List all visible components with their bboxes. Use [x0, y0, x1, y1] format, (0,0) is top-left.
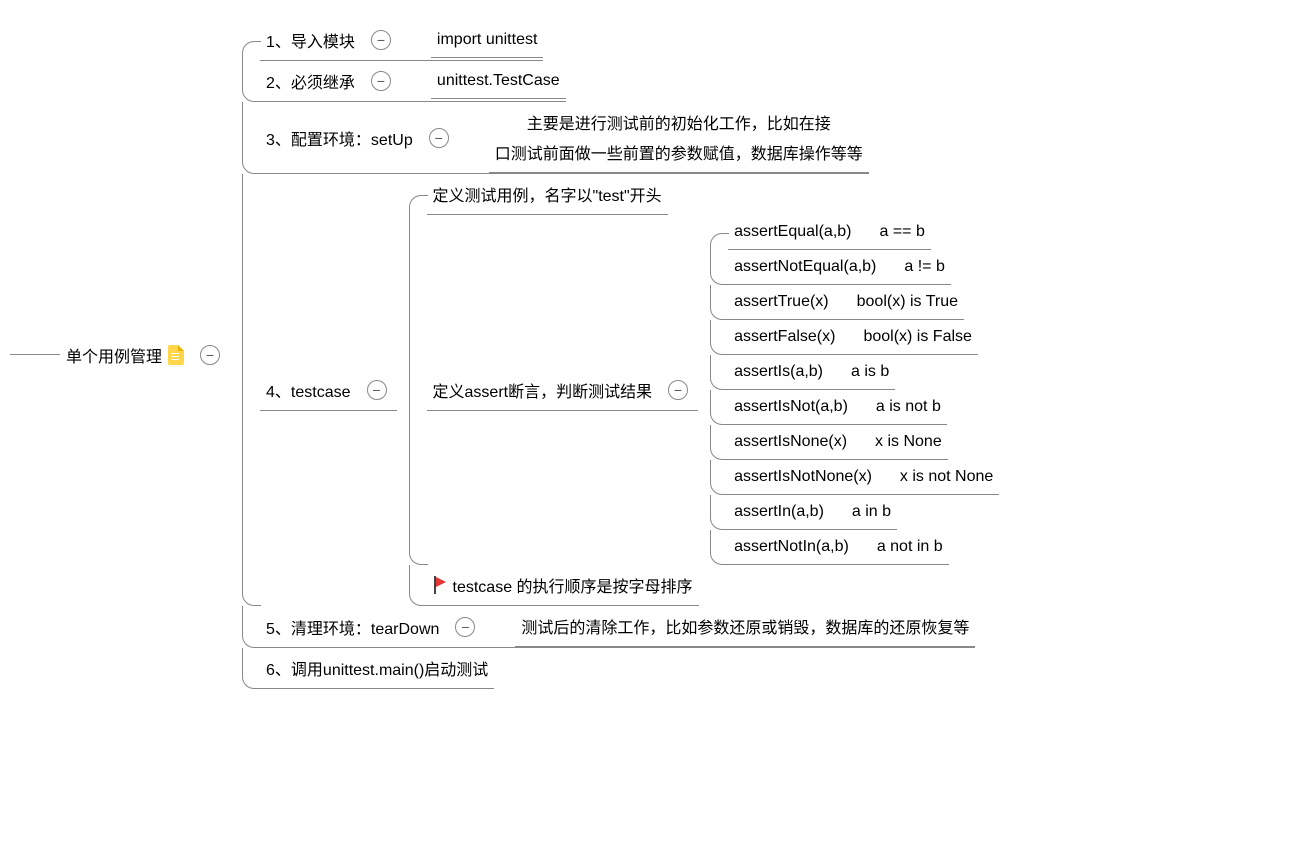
assert-result: a != b — [904, 258, 944, 276]
assert-pair: assertFalse(x) bool(x) is False — [728, 320, 978, 354]
node-4-c3-label: testcase 的执行顺序是按字母排序 — [427, 565, 699, 605]
assert-pair: assertIs(a,b) a is b — [728, 355, 895, 389]
assert-result: bool(x) is False — [863, 328, 971, 346]
assert-method: assertIs(a,b) — [734, 363, 823, 381]
assert-result: a is b — [851, 363, 889, 381]
assert-method: assertIsNone(x) — [734, 433, 847, 451]
note-icon[interactable] — [168, 345, 184, 365]
assert-row[interactable]: assertTrue(x) bool(x) is True — [710, 285, 999, 320]
collapse-toggle[interactable]: − — [371, 71, 391, 91]
node-2-detail[interactable]: unittest.TestCase — [413, 64, 566, 99]
node-1[interactable]: 1、导入模块 − import unittest — [242, 20, 999, 61]
node-1-title: 1、导入模块 — [260, 20, 361, 60]
node-4-c3[interactable]: testcase 的执行顺序是按字母排序 — [409, 565, 1000, 606]
node-5-detail-text: 测试后的清除工作，比如参数还原或销毁，数据库的还原恢复等 — [515, 606, 975, 646]
node-3-children: 主要是进行测试前的初始化工作，比如在接 口测试前面做一些前置的参数赋值，数据库操… — [471, 102, 869, 173]
assert-result: a not in b — [877, 538, 943, 556]
collapse-toggle[interactable]: − — [371, 30, 391, 50]
node-4[interactable]: 4、testcase − 定义测试用例，名字以"test"开头 — [242, 174, 999, 606]
node-6-title: 6、调用unittest.main()启动测试 — [260, 648, 494, 688]
node-3-detail[interactable]: 主要是进行测试前的初始化工作，比如在接 口测试前面做一些前置的参数赋值，数据库操… — [471, 102, 869, 173]
assert-pair: assertEqual(a,b) a == b — [728, 215, 931, 249]
node-5[interactable]: 5、清理环境：tearDown − 测试后的清除工作，比如参数还原或销毁，数据库… — [242, 606, 999, 648]
assert-pair: assertNotIn(a,b) a not in b — [728, 530, 949, 564]
assert-row[interactable]: assertIs(a,b) a is b — [710, 355, 999, 390]
node-4-c2-text: 定义assert断言，判断测试结果 — [427, 370, 659, 410]
node-4-c1[interactable]: 定义测试用例，名字以"test"开头 — [409, 174, 1000, 215]
collapse-toggle[interactable]: − — [668, 380, 688, 400]
node-4-c3-text: testcase 的执行顺序是按字母排序 — [453, 573, 693, 597]
node-5-children: 测试后的清除工作，比如参数还原或销毁，数据库的还原恢复等 — [497, 606, 975, 647]
node-2[interactable]: 2、必须继承 − unittest.TestCase — [242, 61, 999, 102]
root-title-text: 单个用例管理 — [66, 343, 162, 367]
collapse-toggle[interactable]: − — [367, 380, 387, 400]
collapse-toggle[interactable]: − — [429, 128, 449, 148]
node-4-title: 4、testcase — [260, 370, 357, 410]
assert-result: bool(x) is True — [857, 293, 958, 311]
assert-method: assertNotEqual(a,b) — [734, 258, 876, 276]
assert-pair: assertIsNot(a,b) a is not b — [728, 390, 947, 424]
assert-pair: assertIsNotNone(x) x is not None — [728, 460, 999, 494]
assert-row[interactable]: assertIsNot(a,b) a is not b — [710, 390, 999, 425]
node-1-children: import unittest — [413, 23, 543, 58]
node-1-detail-text: import unittest — [431, 23, 543, 57]
assert-list: assertEqual(a,b)a == bassertNotEqual(a,b… — [710, 215, 999, 565]
node-2-title: 2、必须继承 — [260, 61, 361, 101]
assert-pair: assertNotEqual(a,b) a != b — [728, 250, 951, 284]
node-6[interactable]: 6、调用unittest.main()启动测试 — [242, 648, 999, 689]
assert-method: assertIsNot(a,b) — [734, 398, 848, 416]
assert-row[interactable]: assertNotEqual(a,b) a != b — [710, 250, 999, 285]
node-5-title: 5、清理环境：tearDown — [260, 607, 445, 647]
collapse-toggle[interactable]: − — [200, 345, 220, 365]
assert-row[interactable]: assertIn(a,b) a in b — [710, 495, 999, 530]
node-3[interactable]: 3、配置环境：setUp − 主要是进行测试前的初始化工作，比如在接 口测试前面… — [242, 102, 999, 174]
assert-result: a == b — [879, 223, 924, 241]
mindmap-root: 单个用例管理 − 1、导入模块 − import unittest — [10, 20, 1298, 689]
assert-method: assertIsNotNone(x) — [734, 468, 872, 486]
assert-pair: assertIsNone(x) x is None — [728, 425, 948, 459]
assert-result: x is not None — [900, 468, 993, 486]
assert-pair: assertIn(a,b) a in b — [728, 495, 897, 529]
root-connector — [10, 354, 60, 355]
assert-method: assertNotIn(a,b) — [734, 538, 849, 556]
root-children: 1、导入模块 − import unittest 2、必须继承 − — [242, 20, 999, 689]
collapse-toggle[interactable]: − — [455, 617, 475, 637]
assert-method: assertFalse(x) — [734, 328, 835, 346]
assert-result: a is not b — [876, 398, 941, 416]
assert-method: assertIn(a,b) — [734, 503, 824, 521]
node-2-children: unittest.TestCase — [413, 64, 566, 99]
assert-row[interactable]: assertIsNotNone(x) x is not None — [710, 460, 999, 495]
assert-row[interactable]: assertNotIn(a,b) a not in b — [710, 530, 999, 565]
root-label: 单个用例管理 — [60, 335, 190, 375]
assert-result: a in b — [852, 503, 891, 521]
node-4-children: 定义测试用例，名字以"test"开头 定义assert断言，判断测试结果 − — [409, 174, 1000, 606]
root-node[interactable]: 单个用例管理 − 1、导入模块 − import unittest — [60, 20, 999, 689]
assert-pair: assertTrue(x) bool(x) is True — [728, 285, 964, 319]
node-2-detail-text: unittest.TestCase — [431, 64, 566, 98]
assert-row[interactable]: assertFalse(x) bool(x) is False — [710, 320, 999, 355]
node-5-detail[interactable]: 测试后的清除工作，比如参数还原或销毁，数据库的还原恢复等 — [497, 606, 975, 647]
assert-method: assertEqual(a,b) — [734, 223, 851, 241]
flag-icon — [433, 576, 447, 594]
node-3-detail-line2: 口测试前面做一些前置的参数赋值，数据库操作等等 — [495, 140, 863, 164]
node-4-c2[interactable]: 定义assert断言，判断测试结果 − assertEqual(a,b) a ==… — [409, 215, 1000, 565]
assert-method: assertTrue(x) — [734, 293, 829, 311]
assert-result: x is None — [875, 433, 942, 451]
assert-row[interactable]: assertEqual(a,b) a == b — [710, 215, 999, 250]
assert-row[interactable]: assertIsNone(x) x is None — [710, 425, 999, 460]
node-3-title: 3、配置环境：setUp — [260, 118, 419, 158]
node-3-detail-line1: 主要是进行测试前的初始化工作，比如在接 — [527, 110, 831, 134]
node-3-detail-text: 主要是进行测试前的初始化工作，比如在接 口测试前面做一些前置的参数赋值，数据库操… — [489, 102, 869, 172]
node-4-c1-text: 定义测试用例，名字以"test"开头 — [427, 174, 668, 214]
node-1-detail[interactable]: import unittest — [413, 23, 543, 58]
